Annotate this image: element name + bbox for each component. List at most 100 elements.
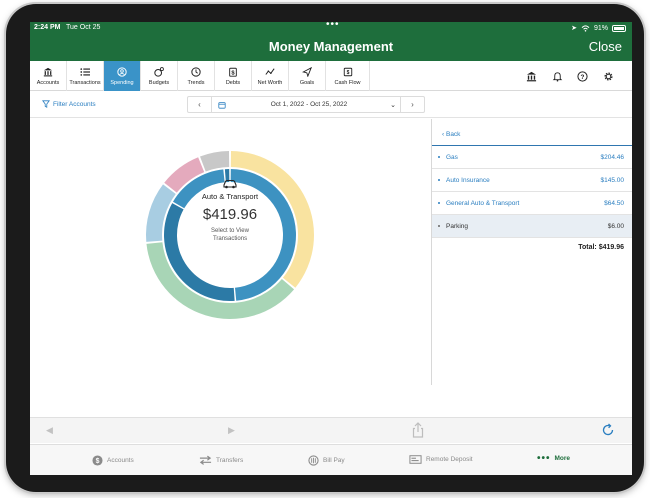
tab-label: Transfers — [216, 456, 244, 464]
tab-bottom-more[interactable]: ••• More — [537, 452, 571, 464]
filter-bar: Filter Accounts ‹ Oct 1, 2022 - Oct 25, … — [30, 92, 632, 118]
tab-label: Debts — [225, 79, 241, 86]
refresh-icon[interactable] — [601, 423, 615, 437]
bill-pay-icon — [308, 455, 319, 466]
status-right: ➤ 91% — [571, 24, 626, 32]
browser-nav-bar: ◀ ▶ — [30, 417, 632, 443]
feature-toolbar: Accounts Transactions Spending Budgets T… — [30, 61, 632, 91]
date-range-selector: ‹ Oct 1, 2022 - Oct 25, 2022 ⌄ › — [187, 96, 425, 113]
calendar-icon[interactable] — [212, 101, 232, 109]
tab-net-worth[interactable]: Net Worth — [252, 61, 289, 91]
category-amount: $204.46 — [600, 154, 625, 161]
spending-icon — [117, 66, 127, 77]
chart-center-label[interactable]: Auto & Transport $419.96 Select to View … — [130, 179, 330, 243]
donut-chart[interactable] — [30, 119, 431, 385]
bell-icon[interactable] — [552, 71, 563, 82]
select-hint-line: Select to View — [211, 228, 249, 234]
location-icon: ➤ — [571, 25, 577, 32]
category-title: Auto & Transport — [201, 192, 259, 201]
svg-text:$: $ — [231, 70, 235, 76]
tab-bottom-bill-pay[interactable]: Bill Pay — [308, 455, 345, 466]
bank-icon — [43, 67, 53, 76]
filter-accounts-label: Filter Accounts — [53, 100, 96, 108]
tab-budgets[interactable]: Budgets — [141, 61, 178, 91]
category-amount: $64.50 — [604, 200, 624, 207]
tab-transactions[interactable]: Transactions — [67, 61, 104, 91]
help-icon[interactable]: ? — [577, 71, 588, 82]
tab-label: Trends — [187, 79, 205, 86]
category-name: General Auto & Transport — [446, 200, 520, 207]
category-panel: ‹ Back Gas $204.46 Auto Insurance $145.0… — [432, 119, 632, 385]
dollar-circle-icon: $ — [92, 455, 103, 466]
page-title: Money Management — [268, 39, 394, 54]
bullet-icon — [438, 179, 440, 181]
screen: 2:24 PM Tue Oct 25 ••• ➤ 91% Money Manag… — [30, 22, 632, 475]
tab-label: More — [554, 455, 571, 462]
gear-icon[interactable] — [603, 71, 614, 82]
bank-icon[interactable] — [526, 71, 537, 82]
select-hint: Select to View Transactions — [130, 227, 330, 243]
category-total: Total: $419.96 — [578, 244, 624, 251]
tab-label: Net Worth — [257, 79, 283, 86]
more-dots-icon: ••• — [537, 452, 551, 464]
bullet-icon — [438, 156, 440, 158]
close-button[interactable]: Close — [589, 39, 622, 54]
category-row-gas[interactable]: Gas $204.46 — [432, 146, 632, 169]
tab-cash-flow[interactable]: $ Cash Flow — [326, 61, 370, 91]
category-amount: $6.00 — [607, 223, 624, 230]
status-bar: 2:24 PM Tue Oct 25 ••• ➤ 91% — [30, 22, 632, 34]
chevron-left-icon: ‹ — [442, 131, 445, 138]
back-button[interactable]: ‹ Back — [442, 131, 460, 138]
share-icon[interactable] — [412, 422, 424, 438]
transfer-arrows-icon — [199, 455, 212, 465]
chevron-down-icon[interactable]: ⌄ — [386, 101, 400, 109]
tab-bottom-transfers[interactable]: Transfers — [199, 455, 243, 465]
tab-label: Goals — [299, 79, 315, 86]
tablet-frame: 2:24 PM Tue Oct 25 ••• ➤ 91% Money Manag… — [6, 4, 644, 492]
filter-accounts-button[interactable]: Filter Accounts — [42, 100, 96, 108]
tab-trends[interactable]: Trends — [178, 61, 215, 91]
battery-percent: 91% — [593, 24, 608, 32]
tab-accounts[interactable]: Accounts — [30, 61, 67, 91]
tab-bottom-accounts[interactable]: $ Accounts — [92, 455, 134, 466]
tab-label: Bill Pay — [323, 457, 345, 464]
goal-arrow-icon — [302, 66, 312, 77]
tab-bottom-remote-deposit[interactable]: Remote Deposit — [409, 455, 473, 464]
tab-label: Cash Flow — [334, 79, 361, 86]
tab-spending[interactable]: Spending — [104, 61, 141, 91]
multitasking-dots-icon[interactable]: ••• — [326, 22, 340, 30]
category-row-parking[interactable]: Parking $6.00 — [432, 215, 632, 238]
status-time: 2:24 PM — [34, 24, 61, 31]
line-chart-icon — [265, 67, 275, 75]
forward-arrow-icon[interactable]: ▶ — [228, 425, 235, 436]
status-date: Tue Oct 25 — [66, 24, 101, 31]
category-name: Parking — [446, 223, 469, 230]
tab-label: Spending — [110, 79, 134, 86]
category-amount: $145.00 — [600, 177, 625, 184]
svg-text:$: $ — [346, 70, 349, 76]
category-name: Gas — [446, 154, 458, 161]
category-row-auto-insurance[interactable]: Auto Insurance $145.00 — [432, 169, 632, 192]
date-range-label[interactable]: Oct 1, 2022 - Oct 25, 2022 — [232, 101, 386, 108]
tab-debts[interactable]: $ Debts — [215, 61, 252, 91]
previous-period-button[interactable]: ‹ — [188, 97, 212, 112]
tab-label: Accounts — [36, 79, 60, 86]
car-icon — [223, 179, 237, 189]
bottom-tab-bar: $ Accounts Transfers Bill Pay Remote Dep… — [30, 444, 632, 475]
bullet-icon — [438, 225, 440, 227]
category-amount: $419.96 — [202, 206, 258, 223]
tab-goals[interactable]: Goals — [289, 61, 326, 91]
clock-icon — [191, 66, 201, 77]
tab-label: Budgets — [148, 79, 170, 86]
next-period-button[interactable]: › — [400, 97, 424, 112]
tab-label: Accounts — [107, 457, 134, 464]
svg-text:$: $ — [96, 458, 100, 465]
back-arrow-icon[interactable]: ◀ — [46, 425, 53, 436]
outer-slice-4[interactable] — [200, 151, 230, 172]
wifi-icon — [581, 24, 590, 32]
debts-icon: $ — [229, 67, 237, 77]
category-row-general-auto[interactable]: General Auto & Transport $64.50 — [432, 192, 632, 215]
spending-chart: Auto & Transport $419.96 Select to View … — [30, 119, 431, 385]
check-deposit-icon — [409, 455, 422, 464]
header-bar: 2:24 PM Tue Oct 25 ••• ➤ 91% Money Manag… — [30, 22, 632, 61]
